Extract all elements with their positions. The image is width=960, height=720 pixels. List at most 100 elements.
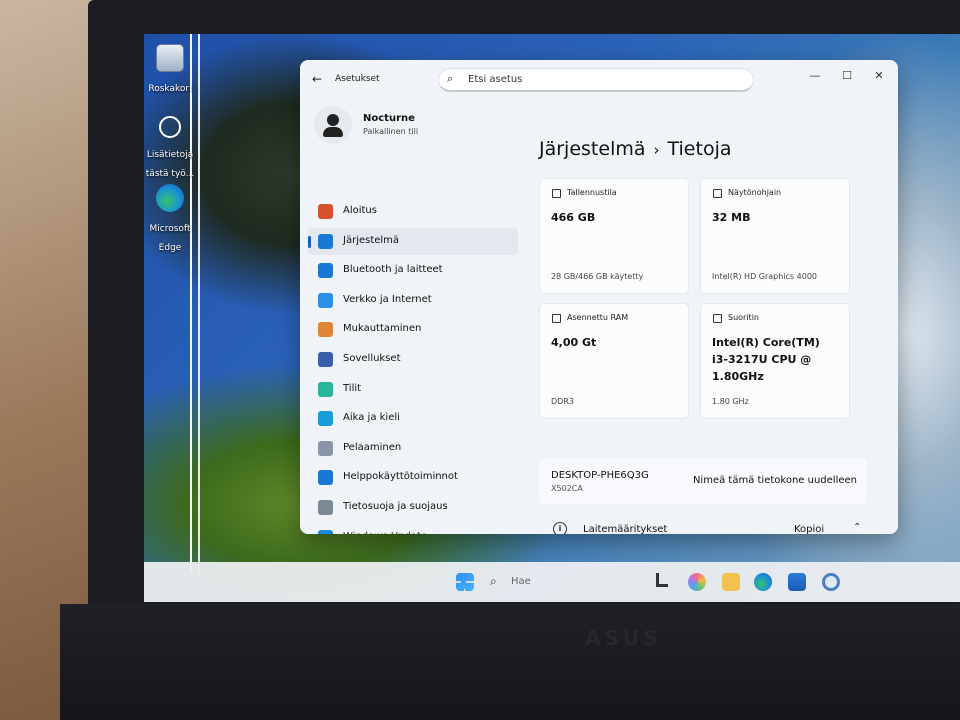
breadcrumb-current: Tietoja xyxy=(667,138,732,160)
file-explorer-icon[interactable] xyxy=(722,573,740,591)
copy-button[interactable]: Kopioi xyxy=(794,524,824,534)
maximize-button[interactable]: ☐ xyxy=(834,66,860,86)
edge-icon xyxy=(156,184,184,212)
sidebar-item-label: Sovellukset xyxy=(343,353,401,364)
brush-icon xyxy=(318,322,333,338)
sidebar-item-tilit[interactable]: Tilit xyxy=(308,376,518,403)
desktop-screen: Roskakori Lisätietoja tästä työ... Micro… xyxy=(144,34,960,602)
edge-taskbar-icon[interactable] xyxy=(754,573,772,591)
breadcrumb: Järjestelmä › Tietoja xyxy=(539,138,732,160)
sidebar-item-label: Tilit xyxy=(343,382,362,394)
card-storage: Tallennustila 466 GB 28 GB/466 GB käytet… xyxy=(539,178,689,294)
sidebar-item-windows-update[interactable]: Windows Update xyxy=(308,524,518,534)
card-ram: Asennettu RAM 4,00 Gt DDR3 xyxy=(539,303,689,419)
monitor-icon xyxy=(318,233,333,249)
card-value: 4,00 Gt xyxy=(551,336,597,349)
card-value: Intel(R) Core(TM) i3-3217U CPU @ 1.80GHz xyxy=(712,336,820,383)
taskbar-search-label[interactable]: Hae xyxy=(511,576,531,587)
sidebar-item-label: Tietosuoja ja suojaus xyxy=(343,501,448,512)
sidebar-item-mukauttaminen[interactable]: Mukauttaminen xyxy=(308,316,518,343)
wifi-icon xyxy=(318,292,333,308)
sidebar-item-tietosuoja-ja-suojaus[interactable]: Tietosuoja ja suojaus xyxy=(308,494,518,521)
breadcrumb-parent[interactable]: Järjestelmä xyxy=(539,138,646,160)
sidebar-item-pelaaminen[interactable]: Pelaaminen xyxy=(308,435,518,462)
globe-clock-icon xyxy=(318,411,333,427)
card-value: 466 GB xyxy=(551,211,596,224)
card-label: Suoritin xyxy=(728,313,759,322)
close-button[interactable]: ✕ xyxy=(866,66,892,86)
sidebar-item-label: Mukauttaminen xyxy=(343,323,422,335)
update-icon xyxy=(318,529,333,534)
card-label: Asennettu RAM xyxy=(567,313,629,322)
cpu-icon xyxy=(713,314,722,323)
card-footer: Intel(R) HD Graphics 4000 xyxy=(712,272,818,281)
bluetooth-icon xyxy=(318,263,333,279)
settings-window: ← Asetukset ⌕ Etsi asetus — ☐ ✕ Nocturne… xyxy=(300,60,898,534)
sidebar-item-label: Bluetooth ja laitteet xyxy=(343,264,443,276)
sidebar-item-label: Pelaaminen xyxy=(343,441,402,453)
rename-pc-button[interactable]: Nimeä tämä tietokone uudelleen xyxy=(693,475,857,486)
shield-icon xyxy=(318,500,333,515)
sidebar-item-helppokäyttötoiminnot[interactable]: Helppokäyttötoiminnot xyxy=(308,464,518,491)
laptop-bezel-bottom xyxy=(60,604,960,720)
sidebar-item-aika-ja-kieli[interactable]: Aika ja kieli xyxy=(308,405,518,432)
sidebar-item-label: Helppokäyttötoiminnot xyxy=(343,471,458,483)
photo-background: ASUS Roskakori Lisätietoja tästä työ... … xyxy=(0,0,960,720)
app-title: Asetukset xyxy=(335,74,380,84)
sidebar-item-sovellukset[interactable]: Sovellukset xyxy=(308,346,518,373)
gpu-icon xyxy=(713,189,722,198)
taskbar-search-icon[interactable]: ⌕ xyxy=(490,574,497,589)
person-icon xyxy=(318,381,333,397)
sidebar-item-bluetooth-ja-laitteet[interactable]: Bluetooth ja laitteet xyxy=(308,257,518,284)
card-value: 32 MB xyxy=(712,211,751,224)
copilot-icon[interactable] xyxy=(688,573,706,591)
sidebar-item-järjestelmä[interactable]: Järjestelmä xyxy=(308,227,518,255)
title-bar: ← Asetukset ⌕ Etsi asetus — ☐ ✕ xyxy=(300,60,898,98)
chevron-up-icon[interactable]: ⌃ xyxy=(853,522,861,533)
desktop-icon-edge[interactable]: Microsoft Edge xyxy=(144,184,198,254)
desktop-icon-recycle-bin[interactable]: Roskakori xyxy=(144,44,198,95)
card-footer: 28 GB/466 GB käytetty xyxy=(551,272,644,281)
screen-artifact xyxy=(190,34,200,574)
start-button[interactable] xyxy=(456,573,474,591)
card-cpu: Suoritin Intel(R) Core(TM) i3-3217U CPU … xyxy=(700,303,850,419)
user-name: Nocturne xyxy=(363,113,415,124)
info-icon: i xyxy=(553,522,567,534)
device-name-card: DESKTOP-PHE6Q3G X502CA Nimeä tämä tietok… xyxy=(539,458,867,504)
sidebar-item-verkko-ja-internet[interactable]: Verkko ja Internet xyxy=(308,287,518,314)
minimize-button[interactable]: — xyxy=(802,66,828,86)
back-arrow-icon[interactable]: ← xyxy=(312,72,322,86)
desktop-icon-info[interactable]: Lisätietoja tästä työ... xyxy=(144,116,198,180)
card-footer: DDR3 xyxy=(551,397,574,406)
breadcrumb-separator: › xyxy=(653,141,660,159)
desktop-icon-label: Lisätietoja tästä työ... xyxy=(145,150,195,179)
gamepad-icon xyxy=(318,440,333,456)
sidebar-item-label: Aika ja kieli xyxy=(343,412,400,424)
card-label: Tallennustila xyxy=(567,188,617,197)
settings-gear-icon[interactable] xyxy=(822,573,840,591)
search-input[interactable]: ⌕ Etsi asetus xyxy=(438,68,754,92)
sidebar-item-aloitus[interactable]: Aloitus xyxy=(308,198,518,225)
sidebar-item-label: Aloitus xyxy=(343,205,377,216)
avatar[interactable] xyxy=(314,106,352,144)
home-icon xyxy=(318,204,333,219)
taskbar: ⌕ Hae xyxy=(144,562,960,602)
device-name: DESKTOP-PHE6Q3G xyxy=(551,470,649,481)
card-label: Näytönohjain xyxy=(728,188,782,197)
apps-icon xyxy=(318,352,333,367)
device-specs-label: Laitemääritykset xyxy=(583,524,668,534)
account-type: Paikallinen tili xyxy=(363,127,419,136)
task-view-icon[interactable] xyxy=(656,573,668,587)
device-model: X502CA xyxy=(551,484,583,493)
brand-logo: ASUS xyxy=(585,626,662,650)
accessibility-icon xyxy=(318,470,333,486)
recycle-bin-icon xyxy=(156,44,184,72)
sidebar-item-label: Järjestelmä xyxy=(343,234,400,246)
ram-icon xyxy=(552,314,561,323)
desktop-icon-label: Microsoft Edge xyxy=(149,224,191,253)
search-icon: ⌕ xyxy=(447,72,454,85)
device-specs-header[interactable]: i Laitemääritykset Kopioi ⌃ xyxy=(539,518,867,534)
sidebar-item-label: Verkko ja Internet xyxy=(343,293,432,305)
search-placeholder: Etsi asetus xyxy=(468,74,523,85)
store-icon[interactable] xyxy=(788,573,806,591)
